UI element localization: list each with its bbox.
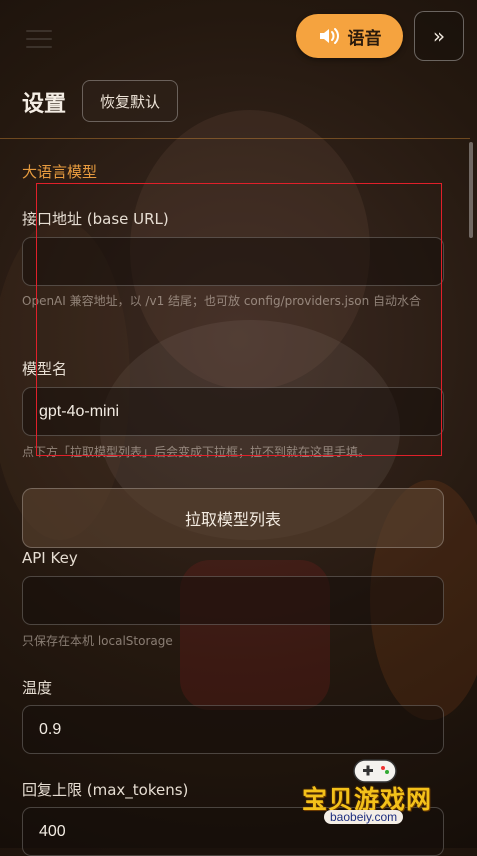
header-divider (0, 138, 470, 139)
watermark-url: baobeiy.com (324, 810, 404, 824)
section-title-llm: 大语言模型 (22, 163, 98, 181)
double-chevron-icon: » (432, 24, 446, 48)
watermark-logo: 宝贝游戏网 baobeiy.com (302, 754, 448, 834)
speaker-icon (319, 28, 339, 44)
voice-button-label: 语音 (347, 28, 382, 49)
api-key-input[interactable] (22, 576, 444, 625)
model-name-label: 模型名 (22, 360, 68, 378)
reset-defaults-button[interactable]: 恢复默认 (82, 80, 178, 122)
voice-button[interactable]: 语音 (296, 14, 403, 58)
scrollbar-thumb[interactable] (469, 142, 473, 238)
settings-title: 设置 (22, 92, 67, 117)
temperature-label: 温度 (22, 679, 53, 697)
expand-button[interactable]: » (414, 11, 464, 61)
api-key-hint: 只保存在本机 localStorage (22, 634, 173, 648)
max-tokens-label: 回复上限 (max_tokens) (22, 781, 189, 799)
model-name-input[interactable]: gpt-4o-mini (22, 387, 444, 436)
menu-icon[interactable] (26, 30, 52, 54)
temperature-input[interactable]: 0.9 (22, 705, 444, 754)
base-url-hint: OpenAI 兼容地址，以 /v1 结尾；也可放 config/provider… (22, 294, 422, 308)
api-key-label: API Key (22, 549, 78, 567)
base-url-input[interactable] (22, 237, 444, 286)
fetch-models-button[interactable]: 拉取模型列表 (22, 488, 444, 548)
model-name-hint: 点下方「拉取模型列表」后会变成下拉框；拉不到就在这里手填。 (22, 445, 371, 459)
base-url-label: 接口地址 (base URL) (22, 210, 169, 228)
